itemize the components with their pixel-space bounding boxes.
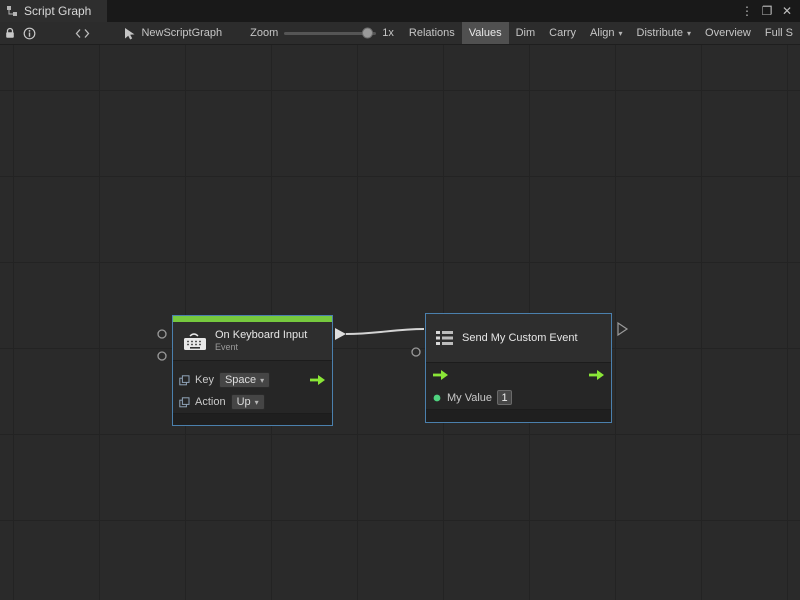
lock-button[interactable] xyxy=(0,22,19,44)
dim-button[interactable]: Dim xyxy=(509,22,543,44)
value-type-icon xyxy=(179,397,190,408)
key-dropdown[interactable]: Space ▾ xyxy=(219,372,270,388)
overview-label: Overview xyxy=(705,27,751,39)
action-label: Action xyxy=(195,396,226,408)
keyboard-output-port-connected[interactable] xyxy=(335,328,346,340)
node-footer xyxy=(173,413,332,425)
chevron-down-icon: ▾ xyxy=(619,29,623,38)
code-icon xyxy=(75,28,90,39)
send-event-output-port[interactable] xyxy=(618,323,627,335)
key-row: Key Space ▾ xyxy=(173,369,332,391)
align-dropdown[interactable]: Align ▾ xyxy=(583,22,629,44)
node-header[interactable]: Send My Custom Event xyxy=(426,314,611,362)
key-input-port[interactable] xyxy=(158,330,166,338)
relations-button[interactable]: Relations xyxy=(402,22,462,44)
node-title: Send My Custom Event xyxy=(462,332,578,345)
fullscreen-label: Full S xyxy=(765,27,793,39)
script-graph-window: Script Graph ⋮ ❐ ✕ xyxy=(0,0,800,600)
info-button[interactable] xyxy=(19,22,38,44)
distribute-label: Distribute xyxy=(637,27,683,39)
node-header[interactable]: On Keyboard Input Event xyxy=(173,322,332,360)
zoom-label: Zoom xyxy=(250,27,278,39)
toolbar-buttons: Relations Values Dim Carry Align ▾ Distr… xyxy=(402,22,800,44)
key-label: Key xyxy=(195,374,214,386)
zoom-value: 1x xyxy=(382,27,394,39)
connection-wire[interactable] xyxy=(346,329,424,334)
zoom-slider-thumb[interactable] xyxy=(362,28,373,39)
relations-label: Relations xyxy=(409,27,455,39)
custom-event-icon xyxy=(435,329,455,347)
value-dot-icon xyxy=(432,393,442,403)
graph-toolbar: NewScriptGraph Zoom 1x Relations Values … xyxy=(0,22,800,45)
tab-label: Script Graph xyxy=(24,4,91,18)
connections-layer xyxy=(0,45,800,600)
action-value: Up xyxy=(237,396,251,408)
distribute-dropdown[interactable]: Distribute ▾ xyxy=(630,22,698,44)
tab-script-graph[interactable]: Script Graph xyxy=(0,0,107,22)
graph-name-label: NewScriptGraph xyxy=(141,27,222,39)
flow-row xyxy=(426,363,611,386)
carry-button[interactable]: Carry xyxy=(542,22,583,44)
overview-button[interactable]: Overview xyxy=(698,22,758,44)
cursor-icon xyxy=(124,27,136,40)
action-row: Action Up ▾ xyxy=(173,391,332,413)
my-value-row: My Value 1 xyxy=(426,386,611,409)
key-value: Space xyxy=(225,374,256,386)
maximize-button[interactable]: ❐ xyxy=(758,1,776,21)
my-value-input[interactable]: 1 xyxy=(497,390,512,405)
graph-name-group[interactable]: NewScriptGraph xyxy=(124,27,222,40)
my-value-label: My Value xyxy=(447,392,492,404)
window-controls: ⋮ ❐ ✕ xyxy=(738,0,800,22)
values-label: Values xyxy=(469,27,502,39)
node-on-keyboard-input[interactable]: On Keyboard Input Event Key Space ▾ xyxy=(172,315,333,426)
node-body: My Value 1 xyxy=(426,362,611,409)
flow-output-arrow-icon[interactable] xyxy=(588,369,605,381)
carry-label: Carry xyxy=(549,27,576,39)
node-title: On Keyboard Input xyxy=(215,329,307,342)
action-input-port[interactable] xyxy=(158,352,166,360)
align-label: Align xyxy=(590,27,614,39)
action-dropdown[interactable]: Up ▾ xyxy=(231,394,265,410)
values-button[interactable]: Values xyxy=(462,22,509,44)
zoom-control: Zoom 1x xyxy=(250,27,394,39)
node-footer xyxy=(426,409,611,422)
window-menu-button[interactable]: ⋮ xyxy=(738,1,756,21)
lock-icon xyxy=(4,27,16,39)
fullscreen-button[interactable]: Full S xyxy=(758,22,800,44)
chevron-down-icon: ▾ xyxy=(687,29,691,38)
value-type-icon xyxy=(179,375,190,386)
my-value-input-port[interactable] xyxy=(412,348,420,356)
node-body: Key Space ▾ Action xyxy=(173,360,332,413)
flow-input-arrow-icon[interactable] xyxy=(432,369,449,381)
node-subtitle: Event xyxy=(215,342,307,353)
chevron-down-icon: ▾ xyxy=(255,398,259,407)
code-view-button[interactable] xyxy=(73,22,92,44)
zoom-slider[interactable] xyxy=(284,32,376,35)
chevron-down-icon: ▾ xyxy=(260,376,264,385)
script-graph-icon xyxy=(6,5,18,17)
graph-canvas[interactable]: On Keyboard Input Event Key Space ▾ xyxy=(0,45,800,600)
close-button[interactable]: ✕ xyxy=(778,1,796,21)
keyboard-icon xyxy=(182,330,208,352)
flow-output-arrow-icon[interactable] xyxy=(309,374,326,386)
info-icon xyxy=(23,27,36,40)
dim-label: Dim xyxy=(516,27,536,39)
node-send-my-custom-event[interactable]: Send My Custom Event xyxy=(425,313,612,423)
title-bar: Script Graph ⋮ ❐ ✕ xyxy=(0,0,800,22)
